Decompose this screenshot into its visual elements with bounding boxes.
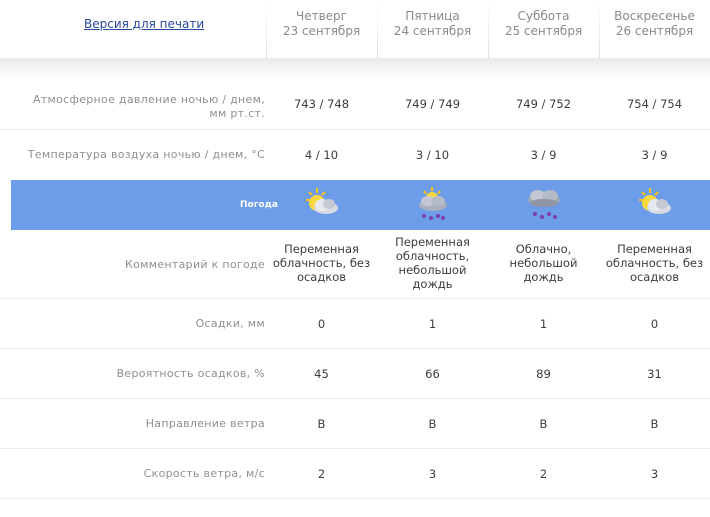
precipitation-row: Осадки, мм 0 1 1 0 bbox=[0, 299, 710, 349]
pressure-label-unit: мм рт.ст. bbox=[209, 107, 265, 120]
pressure-value: 749 / 752 bbox=[515, 97, 572, 111]
probability-value: 45 bbox=[314, 367, 329, 381]
temperature-value: 3 / 9 bbox=[530, 148, 557, 162]
cloud-rain-icon bbox=[524, 186, 564, 224]
temperature-label: Температура воздуха ночью / днем, °C bbox=[27, 148, 265, 161]
probability-value: 89 bbox=[536, 367, 551, 381]
comment-row: Комментарий к погоде Переменная облачнос… bbox=[0, 230, 710, 299]
precipitation-label: Осадки, мм bbox=[195, 317, 265, 330]
temperature-value: 3 / 9 bbox=[641, 148, 668, 162]
comment-line: Переменная bbox=[284, 242, 359, 256]
day-date: 24 сентября bbox=[393, 24, 472, 38]
wind-direction-value: В bbox=[539, 417, 548, 431]
forecast-header: Версия для печати Четверг 23 сентября Пя… bbox=[0, 0, 710, 62]
pressure-value: 754 / 754 bbox=[626, 97, 683, 111]
weather-row: Погода bbox=[11, 180, 710, 230]
comment-line: облачность, bbox=[395, 249, 470, 263]
comment-line: облачность, без bbox=[272, 256, 371, 270]
probability-value: 31 bbox=[647, 367, 662, 381]
day-name: Четверг bbox=[296, 9, 347, 23]
day-header-saturday: Суббота 25 сентября bbox=[488, 9, 599, 39]
wind-speed-label: Скорость ветра, м/с bbox=[143, 467, 265, 480]
wind-speed-value: 2 bbox=[317, 467, 326, 481]
sun-cloud-icon bbox=[302, 186, 342, 224]
comment-line: осадков bbox=[296, 270, 347, 284]
comment-value: Облачно, небольшой дождь bbox=[488, 242, 599, 284]
comment-line: дождь bbox=[523, 270, 564, 284]
forecast-page: Версия для печати Четверг 23 сентября Пя… bbox=[0, 0, 710, 517]
header-shadow bbox=[0, 58, 710, 80]
comment-line: Переменная bbox=[395, 235, 470, 249]
probability-label: Вероятность осадков, % bbox=[116, 367, 265, 380]
precipitation-value: 1 bbox=[428, 317, 437, 331]
day-header-thursday: Четверг 23 сентября bbox=[266, 9, 377, 39]
day-name: Воскресенье bbox=[614, 9, 695, 23]
wind-speed-value: 3 bbox=[650, 467, 659, 481]
precipitation-value: 0 bbox=[650, 317, 659, 331]
pressure-value: 743 / 748 bbox=[293, 97, 350, 111]
precipitation-value: 1 bbox=[539, 317, 548, 331]
pressure-row: Атмосферное давление ночью / днем, мм рт… bbox=[0, 80, 710, 130]
comment-value: Переменная облачность, без осадков bbox=[599, 242, 710, 284]
probability-value: 66 bbox=[425, 367, 440, 381]
comment-line: осадков bbox=[629, 270, 680, 284]
sun-cloud-icon bbox=[635, 186, 675, 224]
day-date: 25 сентября bbox=[504, 24, 583, 38]
wind-speed-value: 3 bbox=[428, 467, 437, 481]
pressure-label-line: Атмосферное давление ночью / днем, bbox=[32, 93, 265, 106]
wind-direction-value: В bbox=[650, 417, 659, 431]
comment-line: небольшой bbox=[398, 263, 467, 277]
pressure-label: Атмосферное давление ночью / днем, мм рт… bbox=[33, 93, 265, 121]
day-name: Пятница bbox=[405, 9, 460, 23]
print-version-link[interactable]: Версия для печати bbox=[84, 17, 204, 31]
wind-direction-value: В bbox=[317, 417, 326, 431]
comment-line: дождь bbox=[412, 277, 453, 291]
wind-direction-value: В bbox=[428, 417, 437, 431]
comment-value: Переменная облачность, без осадков bbox=[266, 242, 377, 284]
wind-direction-label: Направление ветра bbox=[145, 417, 265, 430]
temperature-value: 3 / 10 bbox=[415, 148, 450, 162]
wind-speed-value: 2 bbox=[539, 467, 548, 481]
temperature-row: Температура воздуха ночью / днем, °C 4 /… bbox=[0, 130, 710, 179]
day-name: Суббота bbox=[517, 9, 570, 23]
comment-label: Комментарий к погоде bbox=[125, 258, 265, 271]
wind-direction-row: Направление ветра В В В В bbox=[0, 399, 710, 449]
day-date: 26 сентября bbox=[615, 24, 694, 38]
precipitation-value: 0 bbox=[317, 317, 326, 331]
comment-line: небольшой bbox=[509, 256, 578, 270]
day-header-sunday: Воскресенье 26 сентября bbox=[599, 9, 710, 39]
comment-line: Облачно, bbox=[515, 242, 572, 256]
comment-line: облачность, без bbox=[605, 256, 704, 270]
wind-speed-row: Скорость ветра, м/с 2 3 2 3 bbox=[0, 449, 710, 499]
sun-cloud-rain-icon bbox=[413, 186, 453, 224]
temperature-value: 4 / 10 bbox=[304, 148, 339, 162]
pressure-value: 749 / 749 bbox=[404, 97, 461, 111]
day-header-friday: Пятница 24 сентября bbox=[377, 9, 488, 39]
weather-label: Погода bbox=[240, 200, 278, 210]
comment-line: Переменная bbox=[617, 242, 692, 256]
probability-row: Вероятность осадков, % 45 66 89 31 bbox=[0, 349, 710, 399]
day-date: 23 сентября bbox=[282, 24, 361, 38]
comment-value: Переменная облачность, небольшой дождь bbox=[377, 235, 488, 291]
